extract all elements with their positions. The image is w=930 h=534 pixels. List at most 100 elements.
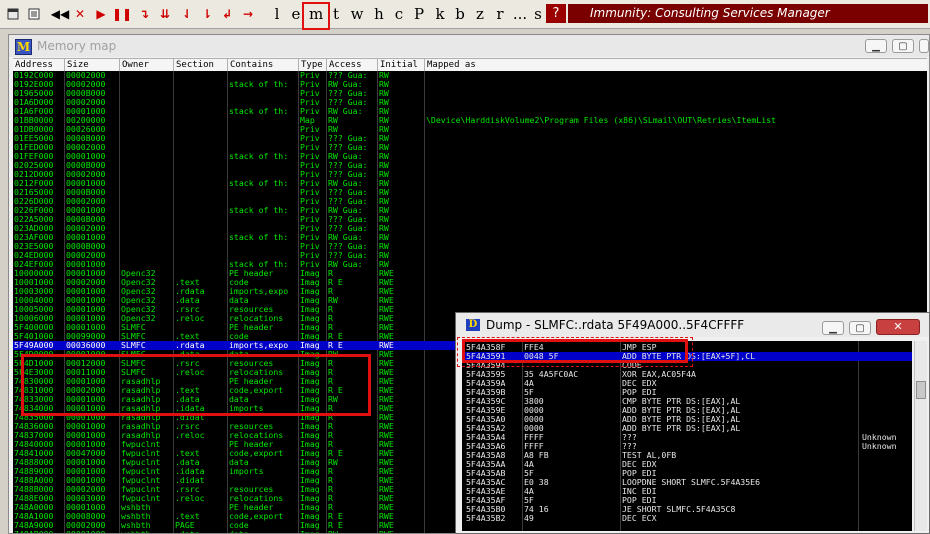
dump-row[interactable]: 5F4A35B2 49 DEC ECX (462, 514, 912, 523)
column-header-owner[interactable]: Owner (120, 59, 174, 71)
table-row[interactable]: 022A5000 0000B000 Priv ??? Gua: RW (13, 215, 927, 224)
table-row[interactable]: 10000000 00001000 Openc32 PE header Imag R RWE (13, 269, 927, 278)
dump-row[interactable]: 5F4A359B 5F POP EDI (462, 388, 912, 397)
column-header-initial[interactable]: Initial (378, 59, 425, 71)
close-button[interactable] (919, 39, 929, 53)
help-button[interactable]: ? (546, 4, 566, 23)
dump-row[interactable]: 5F4A35AF 5F POP EDI (462, 496, 912, 505)
trace-over-icon[interactable]: ⇂ (200, 6, 214, 22)
table-row[interactable]: 10001000 00002000 Openc32 .text code Imag R E R… (13, 278, 927, 287)
cell-size: 00002000 (66, 71, 106, 80)
table-row[interactable]: 0212F000 00001000 stack of th: Priv RW Gua: R… (13, 179, 927, 188)
table-row[interactable]: 024EF000 00001000 stack of th: Priv RW Gua: R… (13, 260, 927, 269)
table-row[interactable]: 024ED000 00002000 Priv ??? Gua: RW (13, 251, 927, 260)
table-row[interactable]: 0192E000 00002000 stack of th: Priv RW Gua: R… (13, 80, 927, 89)
toolbar-letter-ellipsis[interactable]: ... (508, 5, 532, 23)
cell-access: R (328, 431, 333, 440)
close-icon[interactable]: ✕ (74, 6, 86, 22)
dump-row[interactable]: 5F4A359E 0000 ADD BYTE PTR DS:[EAX],AL (462, 406, 912, 415)
table-row[interactable]: 023AD000 00002000 Priv ??? Gua: RW (13, 224, 927, 233)
column-header-contains[interactable]: Contains (228, 59, 299, 71)
table-row[interactable]: 0226F000 00001000 stack of th: Priv RW Gua: R… (13, 206, 927, 215)
cell-address: 10003000 (14, 287, 54, 296)
table-row[interactable]: 0226D000 00002000 Priv ??? Gua: RW (13, 197, 927, 206)
cell-initial: RWE (379, 422, 394, 431)
dump-row[interactable]: 5F4A35AB 5F POP EDI (462, 469, 912, 478)
toolbar-letter-p[interactable]: P (412, 5, 426, 23)
column-header-mapped-as[interactable]: Mapped as (425, 59, 927, 71)
dump-row[interactable]: 5F4A3595 35 4A5FC0AC XOR EAX,AC05F4A (462, 370, 912, 379)
maximize-button[interactable]: ▢ (892, 39, 914, 53)
dump-close-button[interactable]: ✕ (876, 319, 920, 335)
cell-contains: data (229, 296, 249, 305)
dump-row[interactable]: 5F4A359A 4A DEC EDX (462, 379, 912, 388)
cell-owner: fwpuclnt (121, 476, 161, 485)
table-row[interactable]: 0212D000 00002000 Priv ??? Gua: RW (13, 170, 927, 179)
table-row[interactable]: 01BB0000 00200000 Map RW RW \Device\HarddiskV… (13, 116, 927, 125)
dump-row[interactable]: 5F4A359C 3800 CMP BYTE PTR DS:[EAX],AL (462, 397, 912, 406)
table-row[interactable]: 023E5000 0000B000 Priv ??? Gua: RW (13, 242, 927, 251)
column-header-section[interactable]: Section (174, 59, 228, 71)
minimize-button[interactable]: ▁ (865, 39, 887, 53)
table-row[interactable]: 10003000 00001000 Openc32 .rdata imports,exp… (13, 287, 927, 296)
step-into-icon[interactable]: ↴ (137, 6, 151, 22)
toolbar-letter-w[interactable]: w (350, 5, 364, 23)
column-header-size[interactable]: Size (65, 59, 120, 71)
step-over-icon[interactable]: ⇊ (158, 6, 172, 22)
cell-type: Imag (300, 278, 320, 287)
table-row[interactable]: 01A6F000 00001000 stack of th: Priv RW Gua: R… (13, 107, 927, 116)
column-header-address[interactable]: Address (13, 59, 65, 71)
cell-owner: Openc32 (121, 314, 156, 323)
table-row[interactable]: 02165000 0000B000 Priv ??? Gua: RW (13, 188, 927, 197)
table-row[interactable]: 01FED000 00002000 Priv ??? Gua: RW (13, 143, 927, 152)
dump-row[interactable]: 5F4A35A2 0000 ADD BYTE PTR DS:[EAX],AL (462, 424, 912, 433)
dump-minimize-button[interactable]: ▁ (822, 321, 844, 335)
toolbar-letter-h[interactable]: h (372, 5, 386, 23)
toolbar-letter-e[interactable]: e (289, 5, 303, 23)
cell-contains: resources (229, 422, 274, 431)
run-icon[interactable]: ▶ (95, 6, 107, 22)
dump-row[interactable]: 5F4A35A8 A8 FB TEST AL,0FB (462, 451, 912, 460)
column-header-type[interactable]: Type (299, 59, 327, 71)
table-row[interactable]: 023AF000 00001000 stack of th: Priv RW Gua: R… (13, 233, 927, 242)
table-row[interactable]: 01965000 0000B000 Priv ??? Gua: RW (13, 89, 927, 98)
memory-map-titlebar[interactable]: M Memory map ▁ ▢ (9, 35, 929, 57)
open-file-icon[interactable] (27, 6, 41, 22)
table-row[interactable]: 01EE5000 0000B000 Priv ??? Gua: RW (13, 134, 927, 143)
dump-row[interactable]: 5F4A35A4 FFFF??? Unknown (462, 433, 912, 442)
dump-scrollbar-thumb[interactable] (916, 381, 926, 399)
table-row[interactable]: 10004000 00001000 Openc32 .data data Imag RW RW… (13, 296, 927, 305)
dump-row[interactable]: 5F4A35AE 4A INC EDI (462, 487, 912, 496)
dump-row[interactable]: 5F4A35A0 0000 ADD BYTE PTR DS:[EAX],AL (462, 415, 912, 424)
dump-titlebar[interactable]: D Dump - SLMFC:.rdata 5F49A000..5F4CFFFF… (456, 313, 929, 337)
column-header-access[interactable]: Access (327, 59, 378, 71)
dump-row[interactable]: 5F4A35B0 74 16 JE SHORT SLMFC.5F4A35C8 (462, 505, 912, 514)
cell-initial: RW (379, 233, 389, 242)
dump-scrollbar[interactable] (914, 341, 927, 531)
trace-into-icon[interactable]: ⇃ (180, 6, 194, 22)
table-row[interactable]: 01FEF000 00001000 stack of th: Priv RW Gua: R… (13, 152, 927, 161)
dump-row[interactable]: 5F4A35AA 4A DEC EDX (462, 460, 912, 469)
table-row[interactable]: 01DB0000 00026000 Priv RW RW (13, 125, 927, 134)
toolbar-letter-s[interactable]: s (531, 5, 545, 23)
toolbar-letter-k[interactable]: k (433, 5, 447, 23)
restart-icon[interactable]: ◀◀ (51, 6, 69, 22)
dump-maximize-button[interactable]: ▢ (849, 321, 871, 335)
dump-row[interactable]: 5F4A35AC E0 38 LOOPDNE SHORT SLMFC.5F4A35E… (462, 478, 912, 487)
toolbar-letter-z[interactable]: z (473, 5, 487, 23)
table-row[interactable]: 0192C000 00002000 Priv ??? Gua: RW (13, 71, 927, 80)
table-row[interactable]: 01A6D000 00002000 Priv ??? Gua: RW (13, 98, 927, 107)
cell-contains (228, 242, 300, 251)
execute-till-return-icon[interactable]: ↲ (220, 6, 234, 22)
pause-icon[interactable]: ❚❚ (112, 6, 132, 22)
window-menu-icon[interactable] (6, 6, 20, 22)
table-row[interactable]: 02025000 0000B000 Priv ??? Gua: RW (13, 161, 927, 170)
cell-contains: stack of th: (229, 206, 289, 215)
toolbar-letter-c[interactable]: c (392, 5, 406, 23)
toolbar-letter-b[interactable]: b (453, 5, 467, 23)
toolbar-letter-t[interactable]: t (329, 5, 343, 23)
goto-icon[interactable]: → (242, 6, 254, 22)
toolbar-letter-l[interactable]: l (270, 5, 284, 23)
toolbar-letter-r[interactable]: r (493, 5, 507, 23)
dump-row[interactable]: 5F4A35A6 FFFF??? Unknown (462, 442, 912, 451)
